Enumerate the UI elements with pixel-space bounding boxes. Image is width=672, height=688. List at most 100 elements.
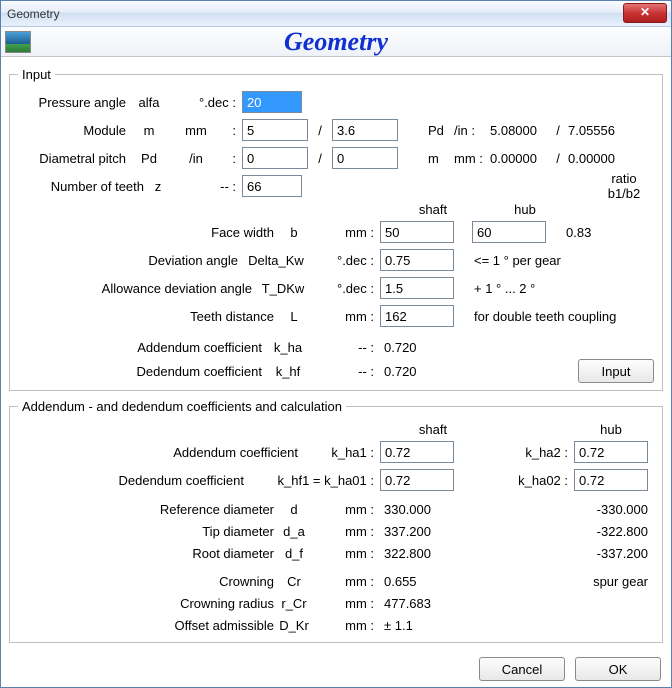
module-sep: / — [308, 123, 332, 138]
tipd-v2: -322.800 — [576, 524, 648, 539]
row-teeth: Number of teeth z -- : ratio b1/b2 — [18, 172, 654, 200]
calc-ded-input-1[interactable] — [380, 469, 454, 491]
diametral-input-1[interactable] — [242, 147, 308, 169]
close-button[interactable]: ✕ — [623, 3, 667, 23]
row-add-coef: Addendum coefficient k_ha -- : 0.720 — [18, 336, 654, 358]
module-input-2[interactable] — [332, 119, 398, 141]
teethdist-note: for double teeth coupling — [474, 309, 616, 324]
teeth-unit: -- : — [172, 179, 236, 194]
facewidth-hub-input[interactable] — [472, 221, 546, 243]
tipd-label: Tip diameter — [18, 524, 274, 539]
allowdev-input[interactable] — [380, 277, 454, 299]
row-diametral: Diametral pitch Pd /in : / m mm : 0.0000… — [18, 144, 654, 172]
refd-v2: -330.000 — [576, 502, 648, 517]
rootd-unit: mm : — [314, 546, 374, 561]
module-label: Module — [18, 123, 126, 138]
input-button[interactable]: Input — [578, 359, 654, 383]
add-coef-sym: k_ha — [262, 340, 314, 355]
row-calc-ded: Dedendum coefficient k_hf1 = k_ha01 : k_… — [18, 466, 654, 494]
row-module: Module m mm : / Pd /in : 5.08000 / 7.055… — [18, 116, 654, 144]
offset-v1: ± 1.1 — [384, 618, 413, 633]
teethdist-unit: mm : — [314, 309, 374, 324]
crowning-sym: Cr — [274, 574, 314, 589]
diametral-m1: 0.00000 — [490, 151, 548, 166]
row-allowdev: Allowance deviation angle T_DKw °.dec : … — [18, 274, 654, 302]
row-deviation: Deviation angle Delta_Kw °.dec : <= 1 ° … — [18, 246, 654, 274]
rootd-v1: 322.800 — [384, 546, 464, 561]
pressure-angle-unit: °.dec : — [172, 95, 236, 110]
window-title: Geometry — [7, 7, 60, 21]
diametral-m-sep: / — [548, 151, 568, 166]
deviation-sym: Delta_Kw — [238, 253, 314, 268]
ded-coef-unit: -- : — [314, 364, 374, 379]
calc-add-input-2[interactable] — [574, 441, 648, 463]
calc-ded-input-2[interactable] — [574, 469, 648, 491]
page-title: Geometry — [1, 27, 671, 57]
module-colon: : — [220, 123, 236, 138]
row-ded-coef: Dedendum coefficient k_hf -- : 0.720 Inp… — [18, 358, 654, 384]
diametral-input-2[interactable] — [332, 147, 398, 169]
module-unit: mm — [172, 123, 220, 138]
calc-add-sym1: k_ha1 : — [298, 445, 374, 460]
pressure-angle-input[interactable] — [242, 91, 302, 113]
calc-add-input-1[interactable] — [380, 441, 454, 463]
teeth-sym: z — [144, 179, 172, 194]
offset-sym: D_Kr — [274, 618, 314, 633]
calc-group: Addendum - and dedendum coefficients and… — [9, 399, 663, 643]
crowning-label: Crowning — [18, 574, 274, 589]
diametral-sym: Pd — [126, 151, 172, 166]
module-input-1[interactable] — [242, 119, 308, 141]
ded-coef-label: Dedendum coefficient — [18, 364, 262, 379]
footer-buttons: Cancel OK — [479, 657, 661, 681]
tipd-unit: mm : — [314, 524, 374, 539]
allowdev-label: Allowance deviation angle — [18, 281, 252, 296]
module-pd2: 7.05556 — [568, 123, 615, 138]
pressure-angle-sym: alfa — [126, 95, 172, 110]
calc-ded-sym1: k_hf1 = k_ha01 : — [244, 473, 374, 488]
row-offset: Offset admissible D_Kr mm : ± 1.1 — [18, 614, 654, 636]
diametral-unit: /in — [172, 151, 220, 166]
row-col-headers: shaft hub — [18, 200, 654, 218]
row-rootd: Root diameter d_f mm : 322.800 -337.200 — [18, 542, 654, 564]
ratio-label-1: ratio — [611, 171, 636, 186]
teethdist-input[interactable] — [380, 305, 454, 327]
deviation-note: <= 1 ° per gear — [474, 253, 561, 268]
add-coef-label: Addendum coefficient — [18, 340, 262, 355]
calc-legend: Addendum - and dedendum coefficients and… — [18, 399, 346, 414]
refd-unit: mm : — [314, 502, 374, 517]
rootd-label: Root diameter — [18, 546, 274, 561]
tipd-sym: d_a — [274, 524, 314, 539]
facewidth-unit: mm : — [314, 225, 374, 240]
row-crownrad: Crowning radius r_Cr mm : 477.683 — [18, 592, 654, 614]
teeth-label: Number of teeth — [18, 179, 144, 194]
facewidth-label: Face width — [18, 225, 274, 240]
close-icon: ✕ — [640, 5, 650, 19]
offset-label: Offset admissible — [18, 618, 274, 633]
allowdev-sym: T_DKw — [252, 281, 314, 296]
diametral-colon: : — [220, 151, 236, 166]
calc-ded-label: Dedendum coefficient — [18, 473, 244, 488]
titlebar: Geometry ✕ — [1, 1, 671, 27]
facewidth-sym: b — [274, 225, 314, 240]
refd-sym: d — [274, 502, 314, 517]
calc-ded-sym2: k_ha02 : — [508, 473, 568, 488]
crownrad-sym: r_Cr — [274, 596, 314, 611]
crownrad-v1: 477.683 — [384, 596, 431, 611]
crownrad-unit: mm : — [314, 596, 374, 611]
cancel-button[interactable]: Cancel — [479, 657, 565, 681]
diametral-m-label: m — [428, 151, 454, 166]
add-coef-unit: -- : — [314, 340, 374, 355]
rootd-sym: d_f — [274, 546, 314, 561]
pressure-angle-label: Pressure angle — [18, 95, 126, 110]
ratio-label-2: b1/b2 — [608, 186, 641, 201]
deviation-input[interactable] — [380, 249, 454, 271]
facewidth-shaft-input[interactable] — [380, 221, 454, 243]
col-shaft: shaft — [396, 202, 470, 217]
teethdist-sym: L — [274, 309, 314, 324]
ded-coef-sym: k_hf — [262, 364, 314, 379]
module-sym: m — [126, 123, 172, 138]
ok-button[interactable]: OK — [575, 657, 661, 681]
diametral-sep: / — [308, 151, 332, 166]
offset-unit: mm : — [314, 618, 374, 633]
teeth-input[interactable] — [242, 175, 302, 197]
